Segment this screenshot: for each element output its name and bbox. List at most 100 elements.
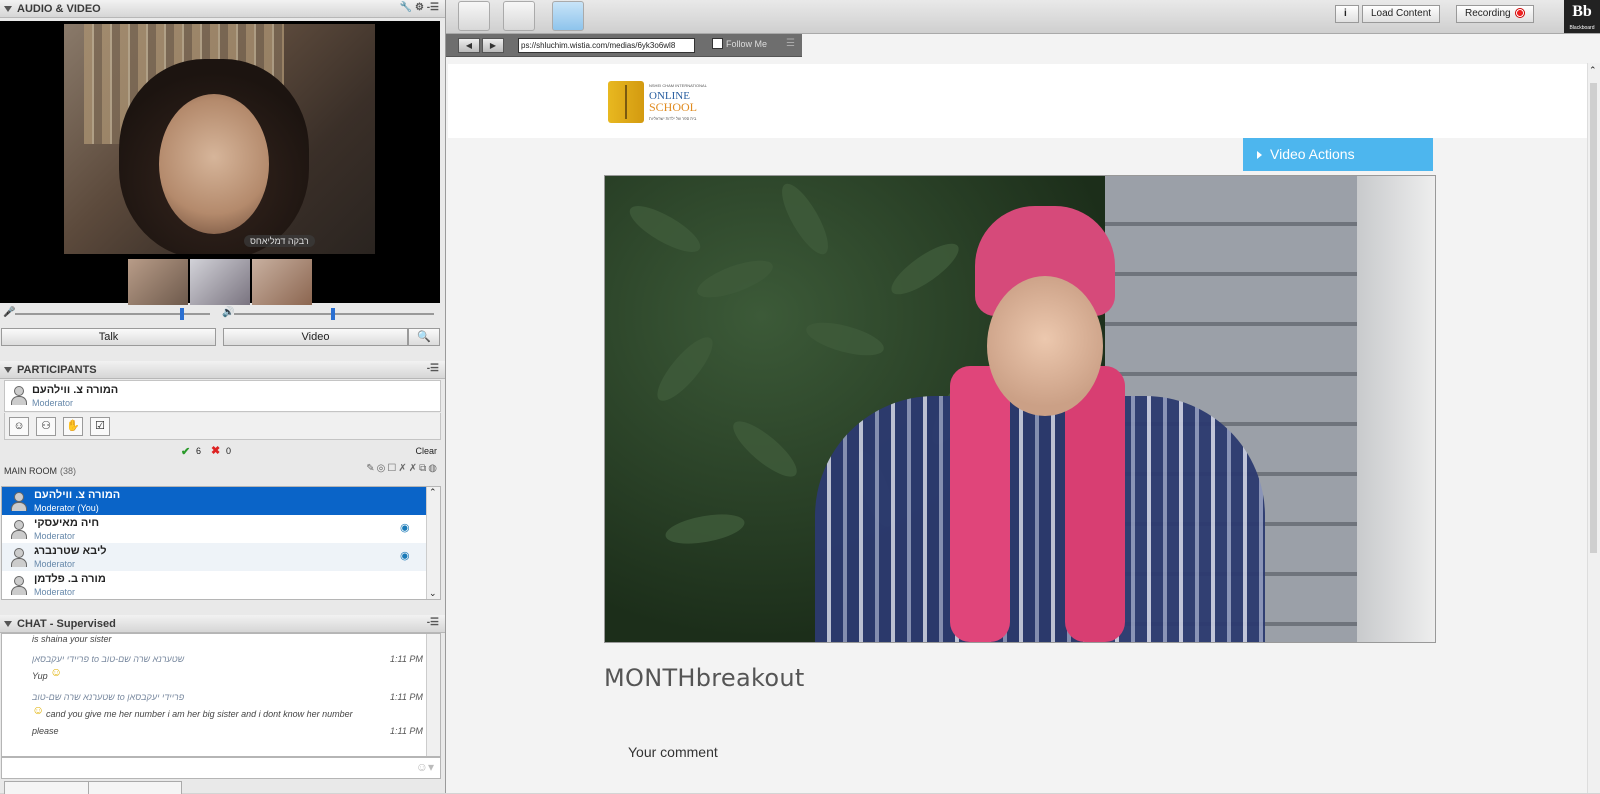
participant-role: Moderator bbox=[34, 559, 76, 569]
video-actions-button[interactable]: Video Actions bbox=[1243, 138, 1433, 171]
load-content-button[interactable]: Load Content bbox=[1362, 5, 1441, 23]
whiteboard-icon[interactable] bbox=[458, 1, 490, 31]
step-away-icon[interactable]: ⚇ bbox=[36, 417, 56, 436]
chat-scrollbar[interactable] bbox=[426, 634, 440, 756]
chat-meta: פריידי יעקבסאן to שטערנא שרה שם-טוב bbox=[32, 654, 185, 664]
collapse-icon[interactable] bbox=[4, 5, 12, 12]
main-video: רבקה דמליאחס bbox=[0, 21, 440, 305]
nav-menu-icon[interactable]: ☰ bbox=[786, 38, 795, 49]
logo-text: NSHEI CHAM INTERNATIONAL ONLINE SCHOOL ב… bbox=[649, 80, 707, 124]
participant-scrollbar[interactable]: ⌃ ⌄ bbox=[426, 487, 440, 599]
chat-tab[interactable] bbox=[88, 781, 182, 794]
follow-me-checkbox[interactable] bbox=[712, 38, 723, 49]
mic-slider[interactable] bbox=[15, 308, 210, 320]
participant-row[interactable]: מורה ב. פלדמן Moderator bbox=[2, 571, 440, 599]
follow-me-toggle[interactable]: Follow Me bbox=[712, 38, 767, 49]
raise-hand-icon[interactable]: ✋ bbox=[63, 417, 83, 436]
web-tour-icon[interactable] bbox=[552, 1, 584, 31]
video-actions-label: Video Actions bbox=[1270, 146, 1355, 162]
clear-button[interactable]: Clear bbox=[415, 446, 437, 456]
recording-label: Recording bbox=[1465, 8, 1511, 19]
webcam-icon: ◉ bbox=[400, 550, 410, 562]
chat-text: Yup bbox=[32, 671, 48, 681]
scroll-up-icon[interactable]: ⌃ bbox=[1589, 65, 1597, 76]
participant-row[interactable]: ליבא שטרנברג Moderator ◉ bbox=[2, 543, 440, 571]
participant-name: חיה מאיעסקי bbox=[34, 517, 100, 529]
school-logo[interactable]: NSHEI CHAM INTERNATIONAL ONLINE SCHOOL ב… bbox=[608, 79, 733, 125]
left-panel: AUDIO & VIDEO 🔧 ⚙ -☰ רבקה דמליאחס 🎤 🔊 Ta… bbox=[0, 0, 446, 794]
brand-sub: Blackboard bbox=[1569, 25, 1595, 31]
panel-menu-icon[interactable]: 🔧 ⚙ -☰ bbox=[400, 2, 439, 13]
chat-header[interactable]: CHAT - Supervised -☰ bbox=[0, 615, 445, 633]
check-icon: ✔ bbox=[181, 446, 191, 458]
scroll-down-icon[interactable]: ⌄ bbox=[429, 588, 437, 599]
recording-button[interactable]: Recording bbox=[1456, 5, 1534, 23]
audio-video-header[interactable]: AUDIO & VIDEO 🔧 ⚙ -☰ bbox=[0, 0, 445, 18]
video-player[interactable] bbox=[604, 175, 1436, 643]
speaker-slider[interactable] bbox=[234, 308, 434, 320]
user-icon bbox=[11, 520, 27, 539]
video-button[interactable]: Video bbox=[223, 328, 408, 346]
follow-me-label: Follow Me bbox=[726, 38, 768, 49]
mic-slider-knob[interactable] bbox=[180, 308, 184, 320]
chat-time: 1:11 PM bbox=[390, 654, 423, 664]
chat-tab[interactable] bbox=[4, 781, 90, 794]
thumbnail-video[interactable] bbox=[252, 259, 312, 305]
chat-time: 1:11 PM bbox=[390, 726, 423, 736]
speaker-video: רבקה דמליאחס bbox=[64, 24, 375, 254]
application-share-icon[interactable] bbox=[503, 1, 535, 31]
smiley-icon: ☺ bbox=[50, 665, 63, 679]
logo-line2: SCHOOL bbox=[649, 100, 698, 114]
participants-panel: PARTICIPANTS -☰ המורה צ. ווילהעם Moderat… bbox=[0, 361, 445, 606]
book-icon bbox=[608, 81, 644, 123]
page-scrollbar[interactable]: ⌃ bbox=[1587, 63, 1600, 793]
talk-button[interactable]: Talk bbox=[1, 328, 216, 346]
chat-text: is shaina your sister bbox=[32, 634, 112, 644]
thumbnail-video[interactable] bbox=[128, 259, 188, 305]
participant-name: ליבא שטרנברג bbox=[34, 545, 107, 557]
face-shape bbox=[159, 94, 269, 234]
thumbnail-video[interactable] bbox=[190, 259, 250, 305]
participants-header[interactable]: PARTICIPANTS -☰ bbox=[0, 361, 445, 379]
scroll-thumb[interactable] bbox=[1590, 83, 1597, 553]
record-icon bbox=[1514, 8, 1525, 19]
play-arrow-icon bbox=[1257, 151, 1262, 159]
collapse-icon[interactable] bbox=[4, 366, 12, 373]
participants-title: PARTICIPANTS bbox=[17, 363, 97, 376]
participant-list: המורה צ. ווילהעם Moderator (You) חיה מאי… bbox=[1, 486, 441, 600]
participant-row[interactable]: חיה מאיעסקי Moderator ◉ bbox=[2, 515, 440, 543]
no-count: 0 bbox=[226, 446, 232, 456]
back-icon[interactable]: ◀ bbox=[458, 38, 480, 53]
emoticon-picker-icon[interactable]: ☺▾ bbox=[416, 760, 434, 774]
user-icon bbox=[11, 576, 27, 595]
url-field[interactable]: ps://shluchim.wistia.com/medias/6yk3o6wl… bbox=[518, 38, 695, 53]
speaker-slider-knob[interactable] bbox=[331, 308, 335, 320]
logo-tagline: בית ספר של ילדות ישראליות bbox=[649, 116, 697, 121]
post-title: MONTHbreakout bbox=[604, 664, 805, 692]
scroll-up-icon[interactable]: ⌃ bbox=[429, 487, 437, 498]
emoticon-icon[interactable]: ☺ bbox=[9, 417, 29, 436]
video-search-icon[interactable]: 🔍 bbox=[408, 328, 440, 346]
room-count: (38) bbox=[60, 466, 77, 476]
chat-tabs bbox=[0, 779, 445, 794]
participant-row[interactable]: המורה צ. ווילהעם Moderator (You) bbox=[2, 487, 440, 515]
panel-menu-icon[interactable]: -☰ bbox=[427, 363, 439, 374]
panel-menu-icon[interactable]: -☰ bbox=[427, 617, 439, 628]
chat-time: 1:11 PM bbox=[390, 692, 423, 702]
content-toolbar: i Load Content Recording Bb Blackboard bbox=[446, 0, 1600, 34]
brand-text: Bb bbox=[1572, 3, 1592, 20]
girl-face bbox=[987, 276, 1103, 416]
collapse-icon[interactable] bbox=[4, 620, 12, 627]
chat-input[interactable]: ☺▾ bbox=[1, 757, 441, 779]
plaid-shirt bbox=[815, 396, 1265, 642]
browser-nav: ◀ ▶ ps://shluchim.wistia.com/medias/6yk3… bbox=[446, 34, 802, 57]
info-icon[interactable]: i bbox=[1335, 5, 1359, 23]
chat-messages: is shaina your sister פריידי יעקבסאן to … bbox=[1, 633, 441, 757]
comment-label: Your comment bbox=[628, 744, 718, 760]
chat-text: cand you give me her number i am her big… bbox=[46, 709, 353, 719]
cross-icon: ✖ bbox=[211, 445, 221, 457]
room-tools-icon[interactable]: ✎◎☐✗✗⧉◍ bbox=[366, 463, 439, 474]
my-name: המורה צ. ווילהעם bbox=[32, 384, 119, 396]
feedback-icon[interactable]: ☑ bbox=[90, 417, 110, 436]
forward-icon[interactable]: ▶ bbox=[482, 38, 504, 53]
